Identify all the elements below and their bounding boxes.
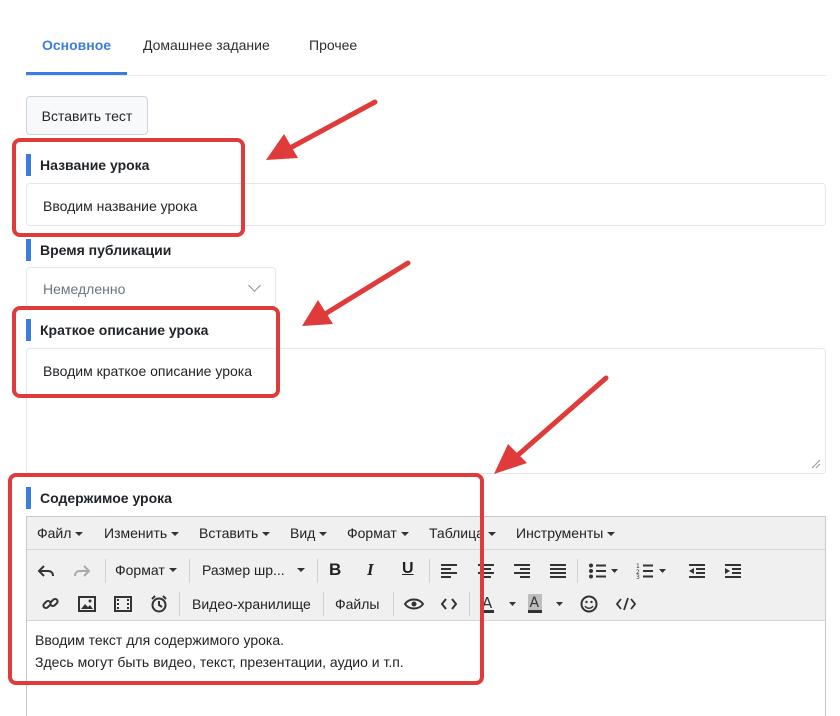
arrow-short-description [322, 260, 411, 317]
arrow-lesson-content [515, 375, 609, 458]
arrow-lesson-name [287, 99, 378, 151]
annotation-arrows [266, 99, 609, 474]
